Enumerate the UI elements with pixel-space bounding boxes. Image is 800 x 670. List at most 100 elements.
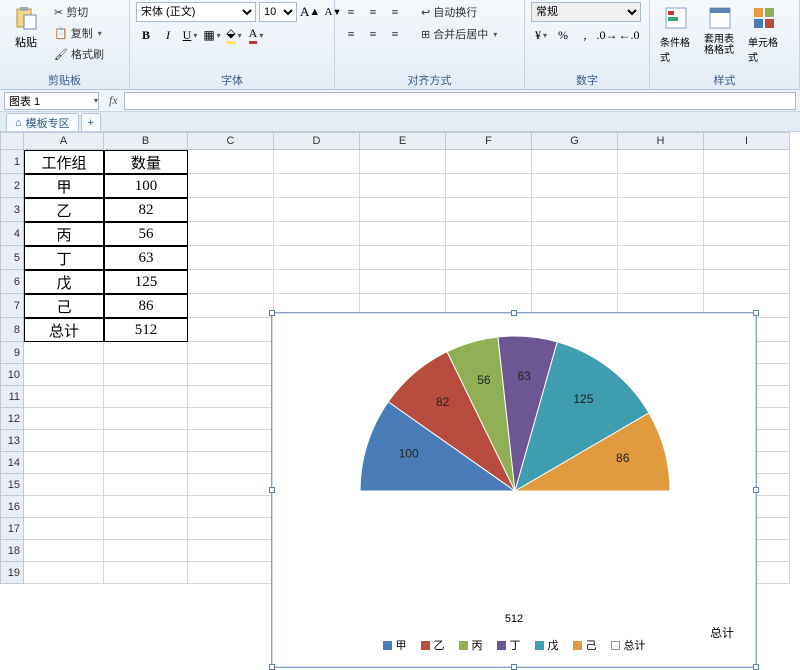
col-header-B[interactable]: B (104, 132, 188, 150)
cell-B1[interactable]: 数量 (104, 150, 188, 174)
sheet-tab-templates[interactable]: ⌂模板专区 (6, 113, 79, 131)
font-size-select[interactable]: 10 (259, 2, 297, 22)
cell-H4[interactable] (618, 222, 704, 246)
row-header-1[interactable]: 1 (0, 150, 24, 174)
cell-E1[interactable] (360, 150, 446, 174)
cell-B19[interactable] (104, 562, 188, 584)
cell-B8[interactable]: 512 (104, 318, 188, 342)
merge-center-button[interactable]: ⊞合并后居中▾ (417, 24, 501, 44)
col-header-F[interactable]: F (446, 132, 532, 150)
cell-A5[interactable]: 丁 (24, 246, 104, 270)
cell-A15[interactable] (24, 474, 104, 496)
cell-C12[interactable] (188, 408, 274, 430)
cell-A10[interactable] (24, 364, 104, 386)
border-button[interactable]: ▦▾ (202, 25, 222, 45)
col-header-E[interactable]: E (360, 132, 446, 150)
cell-C13[interactable] (188, 430, 274, 452)
spreadsheet-grid[interactable]: ABCDEFGHI 12345678910111213141516171819 … (0, 132, 800, 556)
cell-C7[interactable] (188, 294, 274, 318)
cell-C4[interactable] (188, 222, 274, 246)
increase-decimal-icon[interactable]: .0→ (597, 25, 617, 45)
cell-H6[interactable] (618, 270, 704, 294)
fx-icon[interactable]: fx (103, 93, 124, 108)
col-header-D[interactable]: D (274, 132, 360, 150)
cell-E5[interactable] (360, 246, 446, 270)
align-bottom-icon[interactable]: ≡ (385, 2, 405, 22)
col-header-H[interactable]: H (618, 132, 704, 150)
new-sheet-button[interactable]: + (81, 113, 101, 131)
cell-A2[interactable]: 甲 (24, 174, 104, 198)
row-header-12[interactable]: 12 (0, 408, 24, 430)
cell-G5[interactable] (532, 246, 618, 270)
cell-F6[interactable] (446, 270, 532, 294)
row-header-5[interactable]: 5 (0, 246, 24, 270)
cell-H1[interactable] (618, 150, 704, 174)
cell-D2[interactable] (274, 174, 360, 198)
formula-bar[interactable] (124, 92, 796, 110)
cell-C6[interactable] (188, 270, 274, 294)
align-center-icon[interactable]: ≡ (363, 24, 383, 44)
cell-B11[interactable] (104, 386, 188, 408)
comma-icon[interactable]: , (575, 25, 595, 45)
cell-B6[interactable]: 125 (104, 270, 188, 294)
cell-C15[interactable] (188, 474, 274, 496)
wrap-text-button[interactable]: ↩自动换行 (417, 2, 481, 22)
format-table-button[interactable]: 套用表格格式 (700, 2, 740, 58)
cell-I1[interactable] (704, 150, 790, 174)
cell-C10[interactable] (188, 364, 274, 386)
cell-A4[interactable]: 丙 (24, 222, 104, 246)
italic-button[interactable]: I (158, 25, 178, 45)
cell-C16[interactable] (188, 496, 274, 518)
cell-B14[interactable] (104, 452, 188, 474)
cell-A13[interactable] (24, 430, 104, 452)
cell-styles-button[interactable]: 单元格式 (744, 2, 784, 66)
paste-button[interactable]: 粘贴 (6, 2, 46, 52)
cell-I5[interactable] (704, 246, 790, 270)
cell-A19[interactable] (24, 562, 104, 584)
cell-F1[interactable] (446, 150, 532, 174)
cell-B4[interactable]: 56 (104, 222, 188, 246)
cell-C17[interactable] (188, 518, 274, 540)
chart-object[interactable]: 10082566312586 512 甲乙丙丁戊己总计 总计 (271, 312, 757, 668)
cell-B13[interactable] (104, 430, 188, 452)
cell-D1[interactable] (274, 150, 360, 174)
cell-I4[interactable] (704, 222, 790, 246)
cell-C3[interactable] (188, 198, 274, 222)
cell-A9[interactable] (24, 342, 104, 364)
cell-A17[interactable] (24, 518, 104, 540)
row-header-14[interactable]: 14 (0, 452, 24, 474)
cell-A18[interactable] (24, 540, 104, 562)
cell-D5[interactable] (274, 246, 360, 270)
row-header-17[interactable]: 17 (0, 518, 24, 540)
cell-E4[interactable] (360, 222, 446, 246)
cell-I2[interactable] (704, 174, 790, 198)
font-name-select[interactable]: 宋体 (正文) (136, 2, 256, 22)
cell-B2[interactable]: 100 (104, 174, 188, 198)
cell-E6[interactable] (360, 270, 446, 294)
col-header-A[interactable]: A (24, 132, 104, 150)
row-header-3[interactable]: 3 (0, 198, 24, 222)
cell-C14[interactable] (188, 452, 274, 474)
format-painter-button[interactable]: 🖌格式刷 (50, 44, 108, 64)
conditional-format-button[interactable]: 条件格式 (656, 2, 696, 66)
row-header-13[interactable]: 13 (0, 430, 24, 452)
cell-H5[interactable] (618, 246, 704, 270)
cell-G2[interactable] (532, 174, 618, 198)
cell-G6[interactable] (532, 270, 618, 294)
cell-C1[interactable] (188, 150, 274, 174)
cell-B10[interactable] (104, 364, 188, 386)
cell-F5[interactable] (446, 246, 532, 270)
cell-G3[interactable] (532, 198, 618, 222)
row-header-18[interactable]: 18 (0, 540, 24, 562)
align-middle-icon[interactable]: ≡ (363, 2, 383, 22)
cell-C9[interactable] (188, 342, 274, 364)
cell-C19[interactable] (188, 562, 274, 584)
cell-B3[interactable]: 82 (104, 198, 188, 222)
cell-B12[interactable] (104, 408, 188, 430)
row-header-10[interactable]: 10 (0, 364, 24, 386)
cell-F2[interactable] (446, 174, 532, 198)
cell-H3[interactable] (618, 198, 704, 222)
cell-H2[interactable] (618, 174, 704, 198)
copy-button[interactable]: 📋复制▾ (50, 23, 108, 43)
select-all-corner[interactable] (0, 132, 24, 150)
